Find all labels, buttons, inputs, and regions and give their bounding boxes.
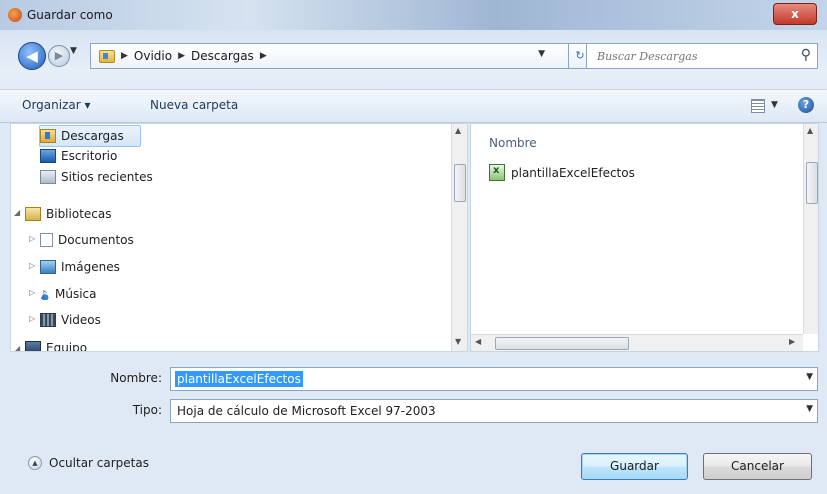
computer-icon [25, 341, 41, 351]
nav-item-imagenes[interactable]: Imágenes [40, 257, 120, 277]
file-type-value: Hoja de cálculo de Microsoft Excel 97-20… [177, 404, 436, 418]
documents-icon [40, 233, 53, 247]
collapse-arrow-icon[interactable]: ▷ [29, 261, 35, 270]
back-arrow-icon: ◀ [26, 47, 38, 65]
nav-pane-scroll-thumb[interactable] [454, 164, 466, 202]
close-button[interactable]: x [773, 3, 817, 25]
collapse-arrow-icon[interactable]: ▷ [29, 288, 35, 297]
toolbar: Organizar ▾ Nueva carpeta ▼ ? [0, 89, 827, 123]
file-type-select[interactable]: Hoja de cálculo de Microsoft Excel 97-20… [170, 399, 818, 423]
scroll-up-icon[interactable]: ▲ [455, 126, 461, 135]
breadcrumb-separator-icon[interactable]: ▶ [260, 51, 267, 61]
scroll-left-icon[interactable]: ◀ [475, 337, 481, 346]
videos-icon [40, 313, 56, 327]
expand-arrow-icon[interactable]: ◢ [14, 208, 20, 217]
column-header-name[interactable]: Nombre [489, 136, 537, 150]
excel-file-icon [489, 164, 505, 181]
excel-app-icon [8, 8, 22, 22]
filename-dropdown-icon[interactable]: ▼ [806, 372, 813, 382]
nav-item-descargas[interactable]: Descargas [39, 125, 141, 147]
save-as-dialog: Guardar como x ◀ ▶ ▼ ▶ Ovidio ▶ Descarga… [0, 0, 827, 494]
nav-item-label: Música [55, 287, 97, 301]
view-options-icon[interactable] [751, 99, 765, 113]
type-label: Tipo: [132, 403, 162, 417]
breadcrumb-separator-icon[interactable]: ▶ [178, 51, 185, 61]
filename-field[interactable]: plantillaExcelEfectos ▼ [170, 367, 818, 391]
back-button[interactable]: ◀ [18, 42, 46, 70]
filename-label: Nombre: [110, 371, 162, 385]
nav-item-escritorio[interactable]: Escritorio [40, 146, 117, 166]
nav-item-label: Sitios recientes [61, 170, 153, 184]
collapse-arrow-icon[interactable]: ▷ [29, 234, 35, 243]
save-button[interactable]: Guardar [581, 453, 688, 480]
scroll-right-icon[interactable]: ▶ [789, 337, 795, 346]
view-dropdown-icon[interactable]: ▼ [771, 100, 778, 110]
search-box[interactable]: ⚲ [586, 43, 818, 69]
file-pane-vertical-scrollbar[interactable]: ▲ [803, 124, 818, 334]
nav-item-sitios-recientes[interactable]: Sitios recientes [40, 167, 153, 187]
search-input[interactable] [595, 44, 789, 68]
nav-item-label: Escritorio [61, 149, 118, 163]
new-folder-button[interactable]: Nueva carpeta [150, 98, 238, 112]
file-pane-horizontal-thumb[interactable] [495, 337, 629, 350]
nav-item-label: Imágenes [61, 260, 120, 274]
downloads-folder-icon [99, 49, 115, 63]
desktop-icon [40, 149, 56, 163]
libraries-icon [25, 207, 41, 221]
nav-item-equipo[interactable]: Equipo [25, 338, 88, 352]
breadcrumb-separator-icon[interactable]: ▶ [121, 51, 128, 61]
hide-folders-label: Ocultar carpetas [49, 456, 149, 470]
nav-item-label: Videos [61, 313, 101, 327]
file-pane-vertical-thumb[interactable] [806, 162, 818, 204]
recent-locations-dropdown[interactable]: ▼ [70, 46, 77, 56]
title-bar: Guardar como x [0, 0, 827, 30]
file-name: plantillaExcelEfectos [511, 165, 635, 180]
scroll-up-icon[interactable]: ▲ [807, 126, 813, 135]
navigation-pane: Descargas Escritorio Sitios recientes ◢ … [10, 123, 468, 352]
nav-item-musica[interactable]: ♪ Música [40, 284, 97, 304]
address-bar[interactable]: ▶ Ovidio ▶ Descargas ▶ ▼ [90, 43, 570, 69]
dialog-title: Guardar como [27, 8, 113, 22]
scroll-down-icon[interactable]: ▼ [455, 337, 461, 346]
help-icon[interactable]: ? [798, 97, 814, 113]
forward-arrow-icon: ▶ [54, 49, 64, 62]
breadcrumb-descargas[interactable]: Descargas [191, 49, 254, 63]
collapse-arrow-icon[interactable]: ▷ [29, 314, 35, 323]
expand-arrow-icon[interactable]: ◢ [14, 344, 20, 351]
nav-item-label: Bibliotecas [46, 207, 112, 221]
address-dropdown-icon[interactable]: ▼ [538, 49, 545, 59]
nav-item-label: Documentos [58, 233, 134, 247]
hide-folders-toggle[interactable]: ▲ Ocultar carpetas [28, 456, 149, 470]
recent-places-icon [40, 170, 56, 184]
cancel-button[interactable]: Cancelar [703, 453, 812, 480]
nav-item-videos[interactable]: Videos [40, 310, 101, 330]
downloads-folder-icon [40, 129, 56, 143]
chevron-up-icon: ▲ [28, 456, 42, 470]
pictures-icon [40, 260, 56, 274]
nav-item-label: Descargas [61, 129, 124, 143]
nav-pane-scrollbar[interactable]: ▲ ▼ [451, 124, 467, 351]
music-icon: ♪ [40, 288, 50, 302]
file-list-pane: Nombre plantillaExcelEfectos ▲ ◀ ▶ [470, 123, 819, 352]
refresh-icon: ↻ [575, 49, 585, 62]
nav-item-bibliotecas[interactable]: Bibliotecas [25, 204, 111, 224]
nav-item-label: Equipo [46, 341, 88, 352]
file-pane-horizontal-scrollbar[interactable]: ◀ ▶ [471, 334, 803, 351]
file-type-dropdown-icon[interactable]: ▼ [806, 404, 813, 414]
address-row: ◀ ▶ ▼ ▶ Ovidio ▶ Descargas ▶ ▼ ↻ ⚲ [0, 38, 827, 78]
breadcrumb-ovidio[interactable]: Ovidio [134, 49, 172, 63]
search-icon[interactable]: ⚲ [801, 47, 811, 63]
organize-button[interactable]: Organizar ▾ [22, 98, 91, 112]
forward-button[interactable]: ▶ [48, 45, 70, 67]
filename-input-value[interactable]: plantillaExcelEfectos [175, 371, 303, 387]
file-item[interactable]: plantillaExcelEfectos [489, 164, 635, 181]
nav-item-documentos[interactable]: Documentos [40, 230, 134, 250]
